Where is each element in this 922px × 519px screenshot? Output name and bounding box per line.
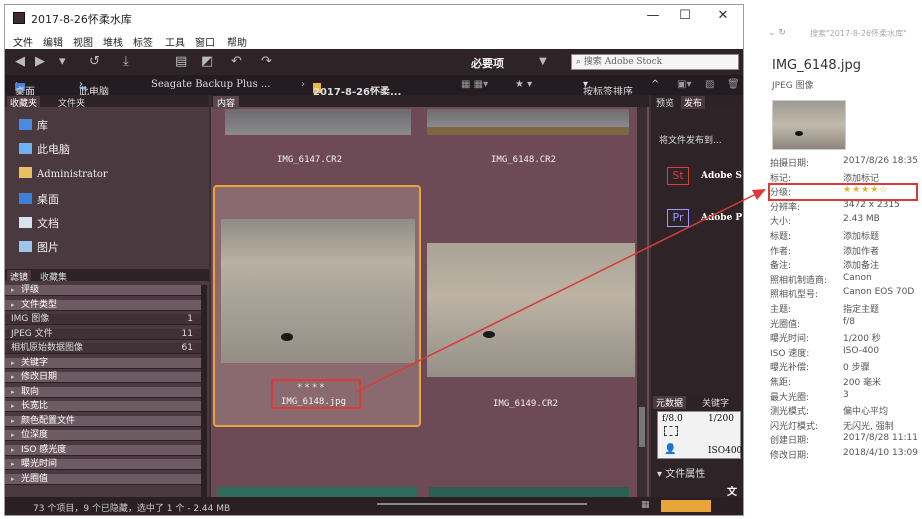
annotation-arrow (355, 189, 766, 393)
arrow-line (355, 193, 757, 393)
